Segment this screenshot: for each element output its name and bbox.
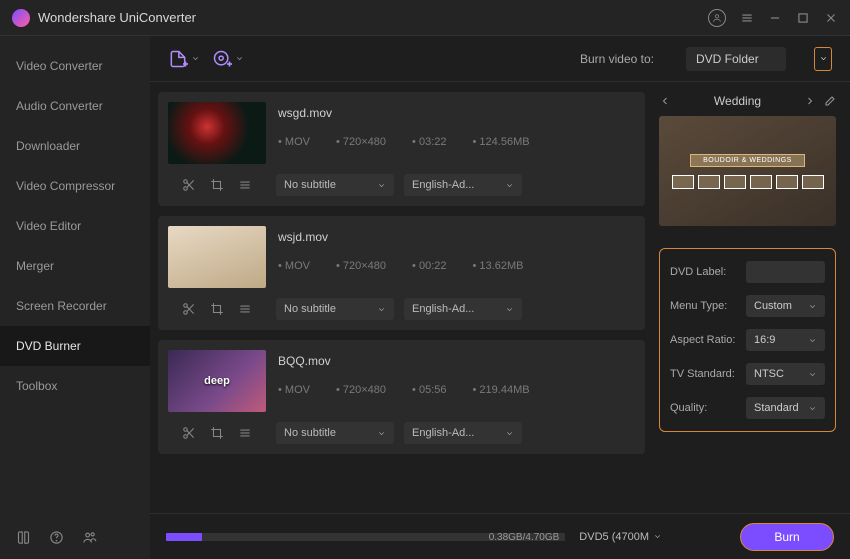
trim-icon[interactable]	[182, 426, 196, 440]
dvd-settings: DVD Label: Menu Type: Custom Aspect Rati…	[659, 248, 836, 432]
preview-slot	[750, 175, 772, 189]
effects-icon[interactable]	[238, 178, 252, 192]
file-card: wsgd.mov MOV 720×480 03:22 124.56MB	[158, 92, 645, 206]
sidebar-item-video-editor[interactable]: Video Editor	[0, 206, 150, 246]
menu-type-label: Menu Type:	[670, 300, 746, 312]
sidebar-item-video-compressor[interactable]: Video Compressor	[0, 166, 150, 206]
audio-select[interactable]: English-Ad...	[404, 422, 522, 444]
close-icon[interactable]	[824, 11, 838, 25]
sidebar: Video Converter Audio Converter Download…	[0, 36, 150, 559]
burn-to-chevron[interactable]	[814, 47, 832, 71]
contact-icon[interactable]	[82, 530, 97, 545]
burn-to-label: Burn video to:	[580, 52, 654, 66]
file-card: deep BQQ.mov MOV 720×480 05:56 219.44MB	[158, 340, 645, 454]
file-duration: 05:56	[412, 384, 446, 396]
file-list: wsgd.mov MOV 720×480 03:22 124.56MB	[150, 82, 653, 513]
file-resolution: 720×480	[336, 136, 386, 148]
maximize-icon[interactable]	[796, 11, 810, 25]
sidebar-item-toolbox[interactable]: Toolbox	[0, 366, 150, 406]
app-title: Wondershare UniConverter	[38, 10, 708, 25]
size-progress-bar: 0.38GB/4.70GB	[166, 533, 565, 541]
minimize-icon[interactable]	[768, 11, 782, 25]
audio-select[interactable]: English-Ad...	[404, 174, 522, 196]
file-format: MOV	[278, 136, 310, 148]
file-card: wsjd.mov MOV 720×480 00:22 13.62MB	[158, 216, 645, 330]
titlebar: Wondershare UniConverter	[0, 0, 850, 36]
tv-standard-label: TV Standard:	[670, 368, 746, 380]
sidebar-item-audio-converter[interactable]: Audio Converter	[0, 86, 150, 126]
file-duration: 03:22	[412, 136, 446, 148]
subtitle-select[interactable]: No subtitle	[276, 298, 394, 320]
size-progress-text: 0.38GB/4.70GB	[489, 533, 560, 541]
guide-icon[interactable]	[16, 530, 31, 545]
template-banner: BOUDOIR & WEDDINGS	[690, 154, 805, 167]
burn-button[interactable]: Burn	[740, 523, 834, 551]
thumbnail[interactable]	[168, 102, 266, 164]
effects-icon[interactable]	[238, 302, 252, 316]
load-disc-icon[interactable]	[212, 49, 232, 69]
menu-icon[interactable]	[740, 11, 754, 25]
audio-select[interactable]: English-Ad...	[404, 298, 522, 320]
footer: 0.38GB/4.70GB DVD5 (4700M Burn	[150, 513, 850, 559]
subtitle-select[interactable]: No subtitle	[276, 174, 394, 196]
trim-icon[interactable]	[182, 178, 196, 192]
preview-slot	[672, 175, 694, 189]
add-file-icon[interactable]	[168, 49, 188, 69]
file-resolution: 720×480	[336, 260, 386, 272]
quality-label: Quality:	[670, 402, 746, 414]
burn-to-select[interactable]: DVD Folder	[686, 47, 786, 71]
template-name: Wedding	[714, 94, 761, 108]
sidebar-item-dvd-burner[interactable]: DVD Burner	[0, 326, 150, 366]
aspect-ratio-label: Aspect Ratio:	[670, 334, 746, 346]
help-icon[interactable]	[49, 530, 64, 545]
preview-slot	[802, 175, 824, 189]
preview-slot	[698, 175, 720, 189]
tv-standard-select[interactable]: NTSC	[746, 363, 825, 385]
next-template-icon[interactable]	[804, 95, 816, 107]
preview-slot	[776, 175, 798, 189]
file-size: 13.62MB	[473, 260, 524, 272]
right-panel: Wedding BOUDOIR & WEDDINGS	[653, 82, 850, 513]
file-resolution: 720×480	[336, 384, 386, 396]
file-size: 124.56MB	[473, 136, 530, 148]
sidebar-item-screen-recorder[interactable]: Screen Recorder	[0, 286, 150, 326]
dvd-label-input[interactable]	[746, 261, 825, 283]
trim-icon[interactable]	[182, 302, 196, 316]
aspect-ratio-select[interactable]: 16:9	[746, 329, 825, 351]
crop-icon[interactable]	[210, 302, 224, 316]
quality-select[interactable]: Standard	[746, 397, 825, 419]
menu-type-select[interactable]: Custom	[746, 295, 825, 317]
toolbar: Burn video to: DVD Folder	[150, 36, 850, 82]
file-name: wsgd.mov	[278, 102, 635, 120]
effects-icon[interactable]	[238, 426, 252, 440]
file-format: MOV	[278, 260, 310, 272]
preview-slot	[724, 175, 746, 189]
sidebar-item-merger[interactable]: Merger	[0, 246, 150, 286]
file-format: MOV	[278, 384, 310, 396]
file-size: 219.44MB	[473, 384, 530, 396]
account-icon[interactable]	[708, 9, 726, 27]
sidebar-item-video-converter[interactable]: Video Converter	[0, 46, 150, 86]
sidebar-item-downloader[interactable]: Downloader	[0, 126, 150, 166]
app-logo	[12, 9, 30, 27]
crop-icon[interactable]	[210, 178, 224, 192]
template-preview[interactable]: BOUDOIR & WEDDINGS	[659, 116, 836, 226]
subtitle-select[interactable]: No subtitle	[276, 422, 394, 444]
disc-size-select[interactable]: DVD5 (4700M	[579, 531, 662, 543]
dvd-label-label: DVD Label:	[670, 266, 746, 278]
file-name: wsjd.mov	[278, 226, 635, 244]
crop-icon[interactable]	[210, 426, 224, 440]
thumbnail[interactable]	[168, 226, 266, 288]
file-name: BQQ.mov	[278, 350, 635, 368]
file-duration: 00:22	[412, 260, 446, 272]
prev-template-icon[interactable]	[659, 95, 671, 107]
edit-template-icon[interactable]	[824, 95, 836, 107]
thumbnail[interactable]: deep	[168, 350, 266, 412]
